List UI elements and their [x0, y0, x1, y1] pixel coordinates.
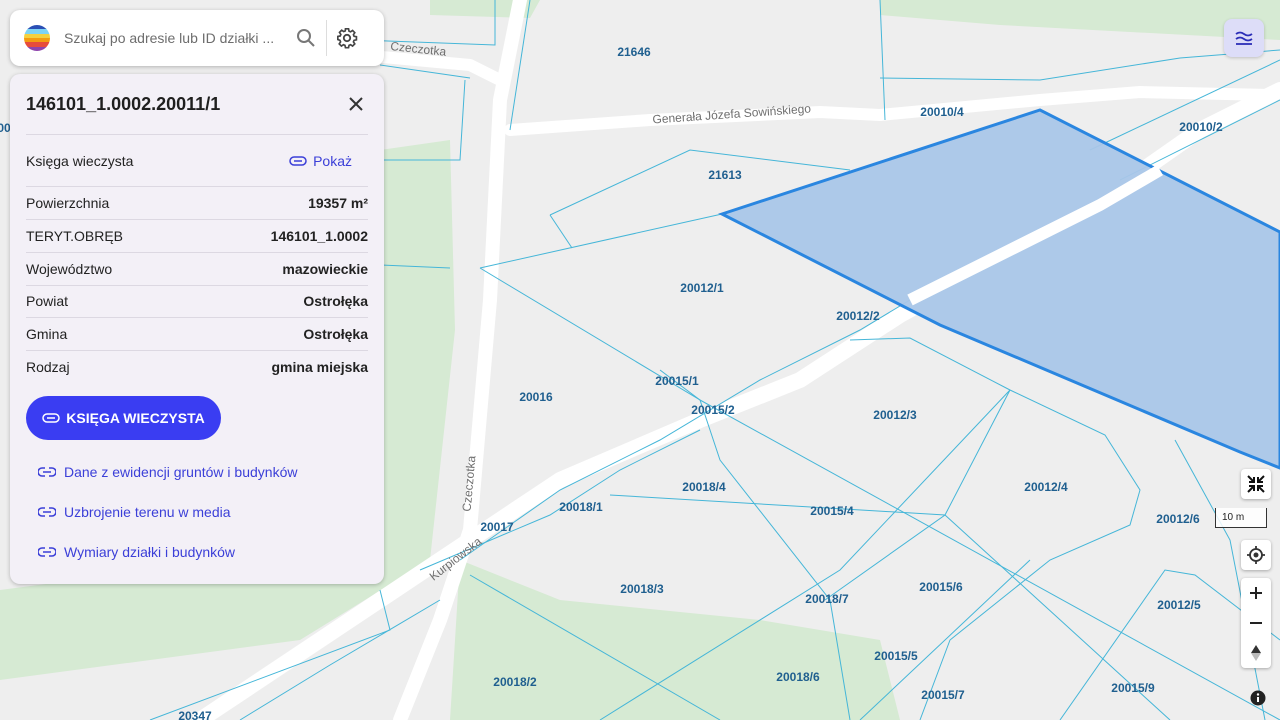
- row-value: Ostrołęka: [303, 293, 368, 309]
- row-value: Ostrołęka: [303, 326, 368, 342]
- locate-icon: [1247, 546, 1265, 564]
- parcel-label: 20012/3: [873, 408, 917, 422]
- parcel-info-panel: 146101_1.0002.20011/1 Księga wieczysta P…: [10, 74, 384, 584]
- kw-button[interactable]: KSIĘGA WIECZYSTA: [26, 396, 221, 440]
- link-wymiary[interactable]: Wymiary działki i budynków: [38, 544, 235, 560]
- link-label: Dane z ewidencji gruntów i budynków: [64, 464, 298, 480]
- info-row: TERYT.OBRĘB 146101_1.0002: [26, 220, 368, 252]
- info-row: Powiat Ostrołęka: [26, 285, 368, 317]
- row-label: Powiat: [26, 293, 69, 309]
- parcel-label: 21646: [617, 45, 651, 59]
- search-icon: [297, 29, 315, 47]
- kw-row: Księga wieczysta Pokaż: [26, 145, 368, 177]
- parcel-label: 20347: [178, 709, 212, 720]
- parcel-label: 20018/7: [805, 592, 849, 606]
- parcel-label: 20018/1: [559, 500, 603, 514]
- divider: [26, 134, 368, 135]
- settings-button[interactable]: [327, 18, 367, 58]
- link-icon: [38, 467, 56, 477]
- parcel-label: 20015/4: [810, 504, 854, 518]
- kw-button-label: KSIĘGA WIECZYSTA: [66, 410, 205, 426]
- zoom-controls: [1241, 578, 1271, 668]
- parcel-label: 20018/4: [682, 480, 726, 494]
- row-label: Rodzaj: [26, 359, 70, 375]
- parcel-label: 20015/1: [655, 374, 699, 388]
- locate-button[interactable]: [1241, 540, 1271, 570]
- parcel-label: 20012/5: [1157, 598, 1201, 612]
- search-bar: [10, 10, 384, 66]
- link-label: Uzbrojenie terenu w media: [64, 504, 231, 520]
- parcel-label: 20015/9: [1111, 681, 1155, 695]
- parcel-label: 20010/2: [1179, 120, 1223, 134]
- parcel-label: 20012/6: [1156, 512, 1200, 526]
- close-icon: [349, 97, 363, 111]
- gear-icon: [337, 28, 358, 49]
- close-button[interactable]: [342, 90, 370, 118]
- layers-button[interactable]: [1224, 19, 1264, 57]
- parcel-title: 146101_1.0002.20011/1: [26, 94, 221, 114]
- zoom-out-icon: [1250, 622, 1262, 624]
- zoom-out-button[interactable]: [1241, 608, 1271, 638]
- parcel-label: 20012/2: [836, 309, 880, 323]
- kw-label: Księga wieczysta: [26, 153, 134, 169]
- parcel-label: 20012/1: [680, 281, 724, 295]
- link-icon: [38, 547, 56, 557]
- parcel-label: 20015/5: [874, 649, 918, 663]
- info-row: Gmina Ostrołęka: [26, 318, 368, 350]
- row-value: gmina miejska: [271, 359, 369, 375]
- parcel-label: 20016: [519, 390, 553, 404]
- search-input[interactable]: [62, 29, 286, 47]
- parcel-label: 21613: [708, 168, 742, 182]
- parcel-label: 20015/2: [691, 403, 735, 417]
- link-ewidencja[interactable]: Dane z ewidencji gruntów i budynków: [38, 464, 297, 480]
- link-icon: [38, 507, 56, 517]
- fullscreen-exit-icon: [1247, 475, 1265, 493]
- parcel-label: 20015/7: [921, 688, 965, 702]
- row-label: Powierzchnia: [26, 195, 110, 211]
- parcel-label: 20015/6: [919, 580, 963, 594]
- info-button[interactable]: [1248, 688, 1268, 708]
- layers-icon: [1235, 31, 1253, 45]
- kw-show-label: Pokaż: [313, 153, 352, 169]
- row-value: 19357 m²: [308, 195, 368, 211]
- scale-bar: 10 m: [1215, 508, 1267, 528]
- fullscreen-exit-button[interactable]: [1241, 469, 1271, 499]
- row-label: Województwo: [26, 261, 113, 277]
- info-icon: [1250, 690, 1266, 706]
- parcel-label: 20012/4: [1024, 480, 1068, 494]
- parcel-label: 20010/4: [920, 105, 964, 119]
- parcel-label: 20017: [480, 520, 514, 534]
- row-value: mazowieckie: [282, 261, 368, 277]
- row-label: TERYT.OBRĘB: [26, 228, 123, 244]
- zoom-in-button[interactable]: [1241, 578, 1271, 608]
- link-uzbrojenie[interactable]: Uzbrojenie terenu w media: [38, 504, 231, 520]
- info-row: Powierzchnia 19357 m²: [26, 187, 368, 219]
- compass-button[interactable]: [1241, 638, 1271, 668]
- parcel-label: 20018/3: [620, 582, 664, 596]
- link-label: Wymiary działki i budynków: [64, 544, 236, 560]
- row-value: 146101_1.0002: [270, 228, 368, 244]
- paperclip-icon: [289, 156, 307, 166]
- parcel-label: 20018/6: [776, 670, 820, 684]
- logo-icon: [24, 25, 50, 51]
- paperclip-icon: [42, 413, 61, 423]
- compass-icon: [1251, 645, 1261, 661]
- scale-label: 10 m: [1222, 512, 1245, 523]
- row-label: Gmina: [26, 326, 68, 342]
- info-row: Województwo mazowieckie: [26, 253, 368, 285]
- info-row: Rodzaj gmina miejska: [26, 351, 368, 383]
- zoom-in-icon: [1250, 587, 1262, 599]
- search-button[interactable]: [286, 18, 326, 58]
- parcel-label: 20018/2: [493, 675, 537, 689]
- kw-show-link[interactable]: Pokaż: [289, 153, 352, 169]
